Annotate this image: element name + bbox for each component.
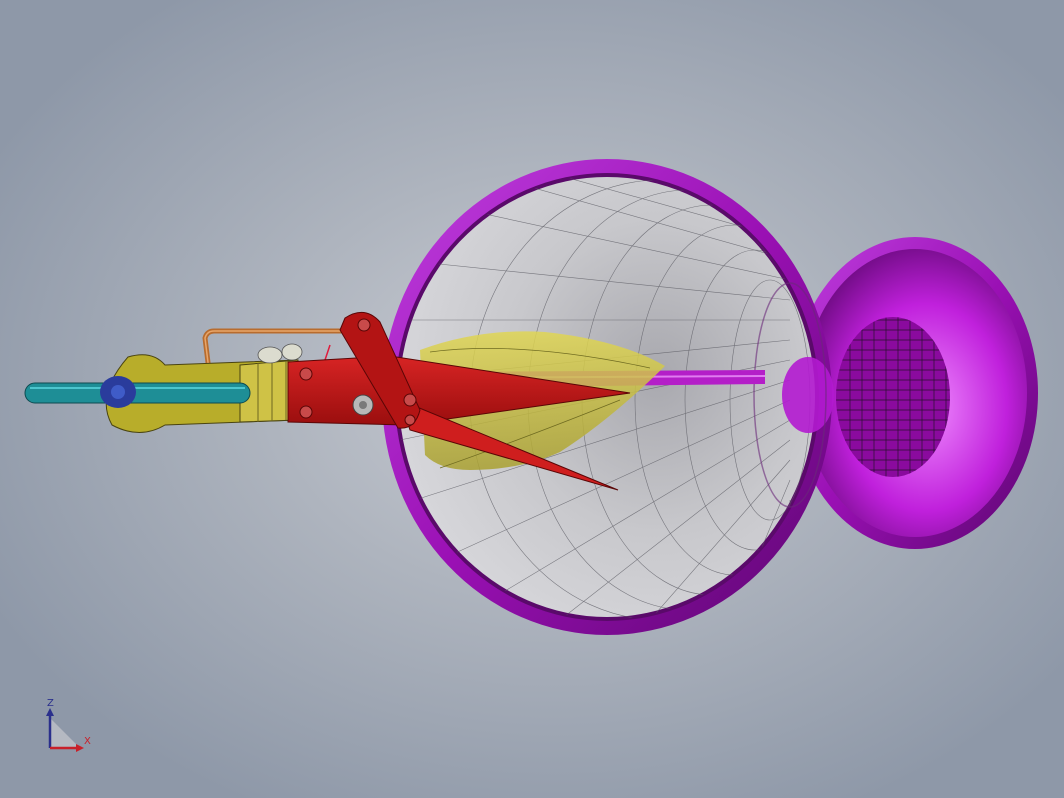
z-axis-label: Z [47,698,54,709]
cad-viewport[interactable]: Z X [0,0,1064,798]
cad-model[interactable] [0,0,1064,798]
axis-triad [46,708,84,752]
x-axis-label: X [84,736,91,747]
